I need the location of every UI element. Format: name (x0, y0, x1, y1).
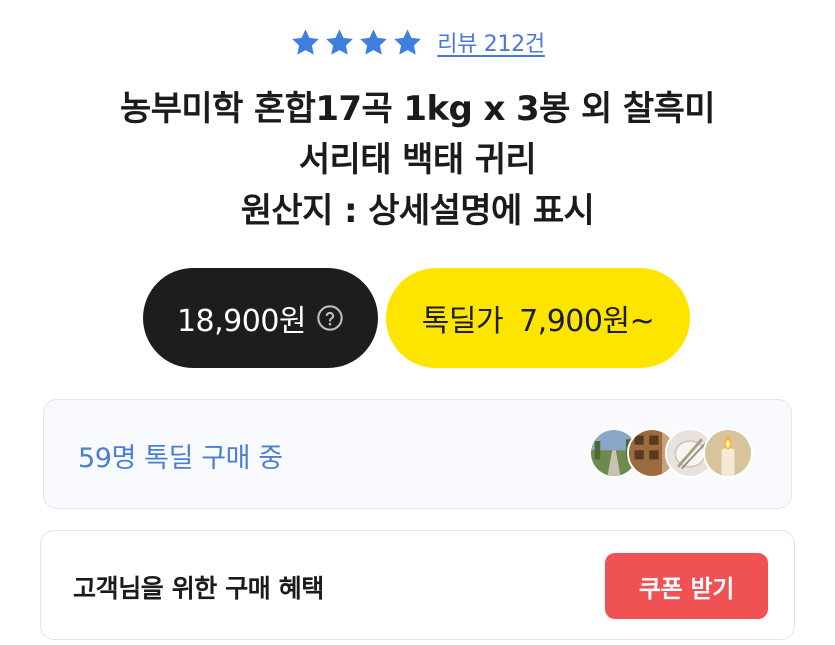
deal-price: 7,900원~ (519, 304, 655, 339)
buyers-card[interactable]: 59명 톡딜 구매 중 (43, 399, 792, 509)
normal-price-pill[interactable]: 18,900원 (143, 268, 378, 368)
star-icon (292, 28, 319, 55)
review-count-link[interactable]: 리뷰 212건 (437, 26, 545, 58)
deal-label: 톡딜가 (421, 304, 504, 339)
deal-price-pill[interactable]: 톡딜가 7,900원~ (386, 268, 690, 368)
product-title-line1: 농부미학 혼합17곡 1kg x 3봉 외 찰흑미 (120, 89, 715, 129)
buyer-avatars (589, 428, 753, 478)
buyers-count-text: 59명 톡딜 구매 중 (78, 443, 283, 474)
star-icon (394, 28, 421, 55)
benefit-title: 고객님을 위한 구매 혜택 (73, 574, 324, 603)
normal-price: 18,900원 (176, 304, 307, 339)
purchase-benefit-card: 고객님을 위한 구매 혜택 쿠폰 받기 (40, 530, 795, 640)
star-icon (360, 28, 387, 55)
rating-row: 리뷰 212건 (0, 26, 835, 58)
get-coupon-button[interactable]: 쿠폰 받기 (605, 553, 768, 619)
price-row: 18,900원 톡딜가 7,900원~ (143, 268, 690, 368)
star-rating (290, 27, 423, 58)
star-icon (326, 28, 353, 55)
product-title-line2: 서리태 백태 귀리 (298, 140, 537, 180)
product-origin: 원산지 : 상세설명에 표시 (240, 191, 595, 231)
product-title: 농부미학 혼합17곡 1kg x 3봉 외 찰흑미 서리태 백태 귀리 원산지 … (0, 84, 835, 237)
avatar (703, 428, 753, 478)
question-circle-icon[interactable] (316, 304, 344, 332)
